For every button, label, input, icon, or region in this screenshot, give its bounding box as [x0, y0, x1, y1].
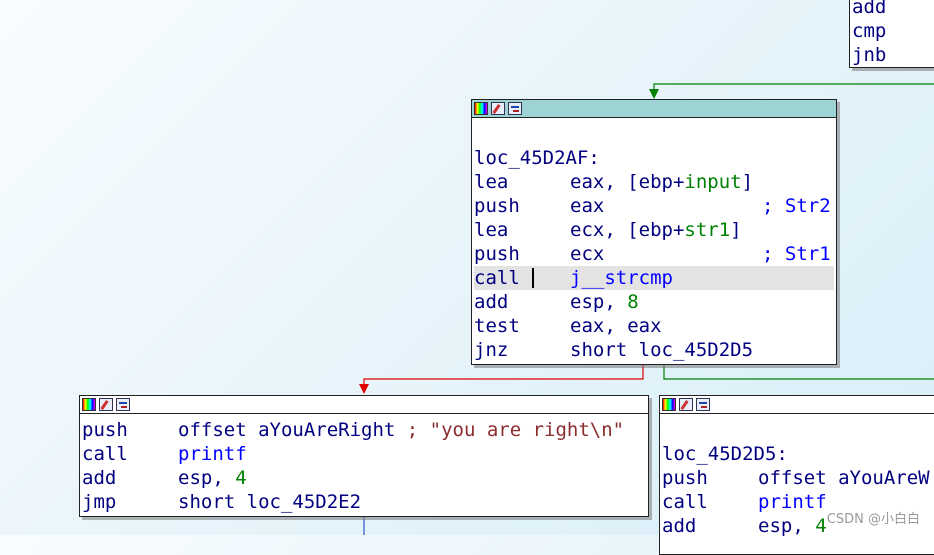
node-header[interactable] — [660, 396, 934, 414]
instruction-line[interactable]: lea ecx, [ebp+str1] — [474, 218, 834, 242]
label-text: loc_45D2D5: — [662, 443, 788, 465]
label-text: loc_45D2AF: — [474, 147, 600, 169]
mnemonic: push — [662, 467, 708, 489]
instruction-line[interactable]: lea eax, [ebp+input] — [474, 170, 834, 194]
node-header[interactable] — [80, 396, 648, 414]
edge-into-main — [653, 83, 934, 97]
mnemonic: push — [474, 243, 520, 265]
instruction-line[interactable]: add esp, 4 — [82, 466, 646, 490]
color-palette-icon[interactable] — [82, 398, 96, 411]
operands-tail: ] — [730, 219, 742, 241]
instruction-line[interactable]: push ecx ; Str1 — [474, 242, 834, 266]
edit-icon[interactable] — [99, 398, 113, 411]
mnemonic: test — [474, 315, 520, 337]
operands: eax, eax — [570, 315, 662, 337]
operands: eax, [ebp+ — [570, 171, 685, 193]
variable[interactable]: input — [684, 171, 741, 193]
mnemonic: lea — [474, 171, 509, 193]
mnemonic: jnz — [474, 339, 509, 361]
instruction-line[interactable]: add — [852, 0, 934, 19]
function-name[interactable]: j__strcmp — [570, 267, 673, 289]
operands: esp, — [758, 515, 816, 537]
code-block-right[interactable]: loc_45D2D5: push offset aYouAreW call prin… — [659, 395, 934, 555]
operands[interactable]: offset aYouAreRight — [178, 419, 407, 441]
instruction-line[interactable]: cmp — [852, 19, 934, 43]
mnemonic: call — [82, 443, 128, 465]
edit-icon[interactable] — [491, 102, 505, 115]
instruction-line[interactable]: add esp, 8 — [474, 290, 834, 314]
operands-tail: ] — [741, 171, 754, 193]
immediate-value: 4 — [235, 467, 247, 489]
group-graph-icon[interactable] — [116, 398, 130, 411]
instruction-line[interactable]: jnz short loc_45D2D5 — [474, 338, 834, 362]
mnemonic: add — [82, 467, 117, 489]
edge-into-main-arrow — [649, 89, 659, 99]
function-name[interactable]: printf — [178, 443, 247, 465]
operands[interactable]: offset aYouAreW — [758, 467, 930, 489]
mnemonic: push — [474, 195, 520, 217]
operands[interactable]: short loc_45D2D5 — [570, 339, 753, 361]
mnemonic: call — [662, 491, 708, 513]
color-palette-icon[interactable] — [474, 102, 488, 115]
operands: eax — [570, 195, 605, 217]
instruction-line[interactable]: call printf — [82, 442, 646, 466]
operands: ecx — [570, 243, 605, 265]
instruction-line[interactable]: push offset aYouAreW — [662, 466, 934, 490]
graph-view[interactable]: add cmp jnb loc_45D2AF: lea eax, [ebp+inp… — [0, 0, 934, 555]
edge-false-arrow — [359, 384, 369, 394]
mnemonic: add — [662, 515, 697, 537]
text-cursor — [532, 268, 534, 288]
mnemonic: cmp — [852, 20, 887, 42]
immediate-value: 8 — [627, 291, 639, 313]
group-graph-icon[interactable] — [696, 398, 710, 411]
instruction-line[interactable]: test eax, eax — [474, 314, 834, 338]
edit-icon[interactable] — [679, 398, 693, 411]
instruction-line[interactable]: jmp short loc_45D2E2 — [82, 490, 646, 514]
edge-true — [663, 364, 934, 380]
comment: ; Str1 — [762, 243, 831, 265]
mnemonic: add — [852, 0, 887, 18]
node-header[interactable] — [472, 100, 836, 118]
mnemonic: call — [474, 267, 520, 289]
current-instruction-line[interactable]: call j__strcmp — [474, 266, 834, 290]
mnemonic: lea — [474, 219, 509, 241]
instruction-line[interactable]: jnb — [852, 43, 934, 67]
code-block-left[interactable]: push offset aYouAreRight ; "you are right… — [79, 395, 649, 517]
code-block-main[interactable]: loc_45D2AF: lea eax, [ebp+input] push eax;… — [471, 99, 837, 365]
mnemonic: add — [474, 291, 509, 313]
mnemonic: jmp — [82, 491, 117, 513]
mnemonic: push — [82, 419, 128, 441]
block-label[interactable]: loc_45D2D5: — [662, 442, 934, 466]
string-comment: ; "you are right\n" — [406, 419, 625, 441]
group-graph-icon[interactable] — [508, 102, 522, 115]
operands: esp, — [570, 291, 628, 313]
watermark: CSDN @小白白 — [826, 512, 920, 527]
instruction-line[interactable]: push eax ; Str2 — [474, 194, 834, 218]
mnemonic: jnb — [852, 44, 887, 66]
operands: ecx, [ebp+ — [570, 219, 685, 241]
operands: esp, — [178, 467, 236, 489]
block-label[interactable]: loc_45D2AF: — [474, 146, 834, 170]
operands[interactable]: short loc_45D2E2 — [178, 491, 361, 513]
function-name[interactable]: printf — [758, 491, 827, 513]
code-block-top-right[interactable]: add cmp jnb — [849, 0, 934, 68]
instruction-line[interactable]: push offset aYouAreRight ; "you are right… — [82, 418, 646, 442]
variable[interactable]: str1 — [684, 219, 730, 241]
color-palette-icon[interactable] — [662, 398, 676, 411]
edge-false — [363, 364, 644, 392]
immediate-value: 4 — [815, 515, 827, 537]
comment: ; Str2 — [762, 195, 831, 217]
